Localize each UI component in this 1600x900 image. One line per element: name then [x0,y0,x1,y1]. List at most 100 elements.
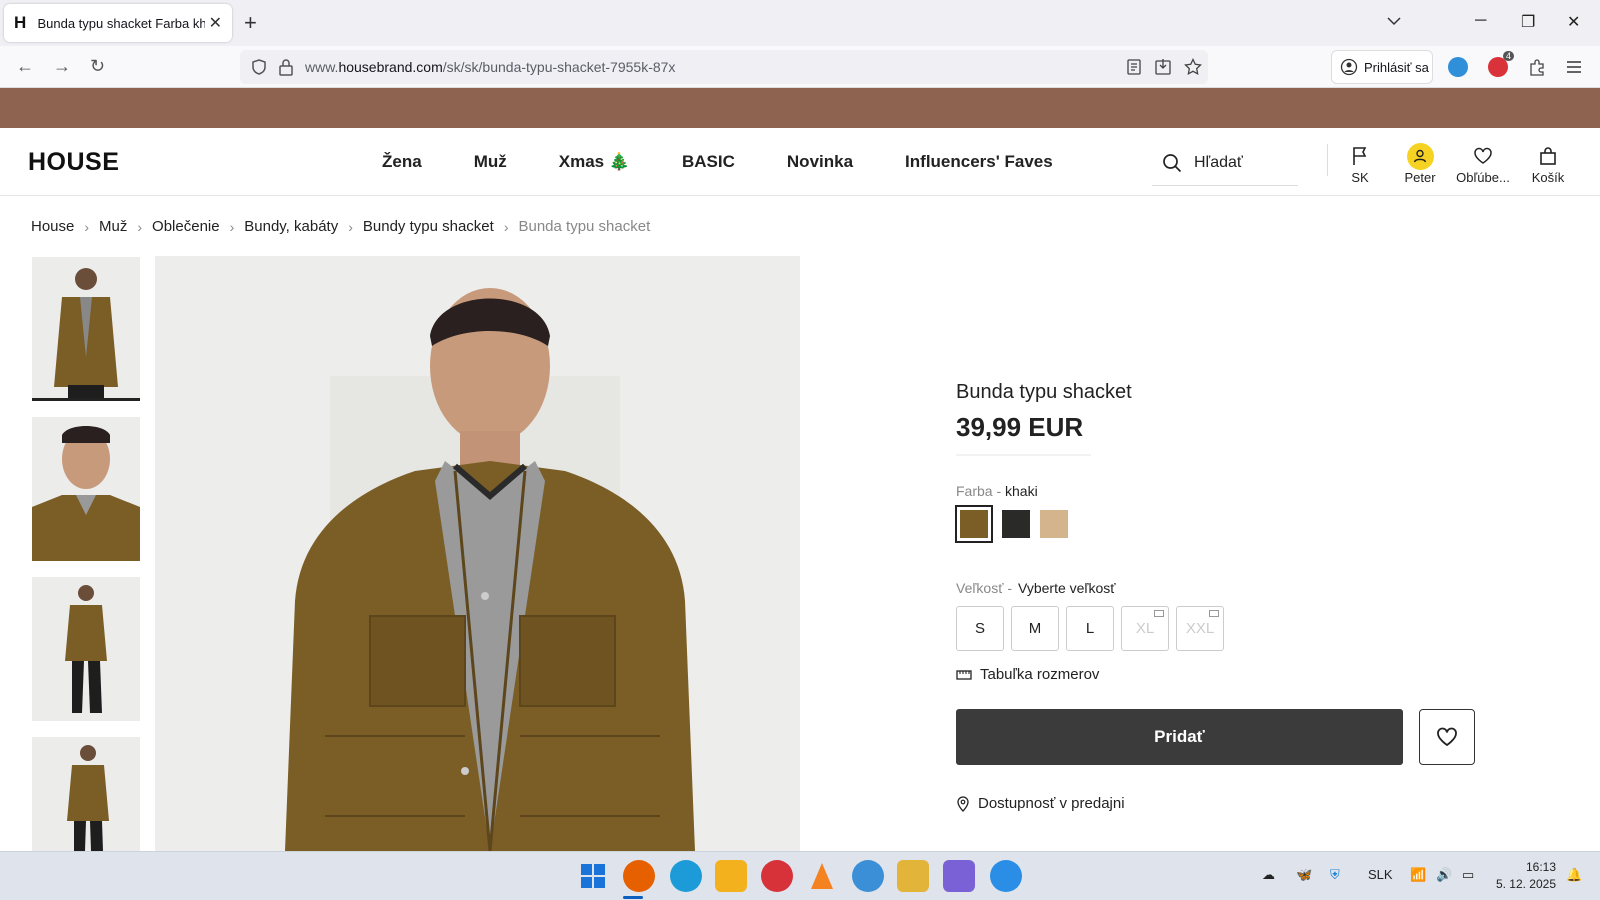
size-xxl[interactable]: XXL [1176,606,1224,651]
vlc-icon[interactable] [806,860,838,892]
swatch-khaki[interactable] [955,505,993,543]
clock-date: 5. 12. 2025 [1495,877,1556,891]
new-tab-plus-icon[interactable]: + [244,10,257,36]
size-chart-link[interactable]: Tabuľka rozmerov [956,666,1099,683]
breadcrumb-house[interactable]: House [31,218,74,235]
extensions-puzzle-icon[interactable] [1528,58,1546,76]
extension-badge: 4 [1502,51,1514,61]
size-value: Vyberte veľkosť [1018,580,1116,596]
language-indicator[interactable]: SLK [1368,867,1393,882]
chevron-right-icon: › [137,218,143,235]
back-arrow-icon[interactable]: ← [16,56,34,77]
close-tab-icon[interactable]: ✕ [209,13,222,33]
color-value: khaki [1005,483,1038,499]
cart-link[interactable]: Košík [1516,142,1580,185]
notification-bell-icon[interactable]: 🔔 [1566,867,1582,883]
nav-novinka[interactable]: Novinka [787,152,853,172]
adblock-extension-icon[interactable]: 4 [1488,51,1514,77]
search-icon [1163,153,1182,172]
nav-muz[interactable]: Muž [474,152,507,172]
shield-icon[interactable] [250,58,268,76]
cart-label: Košík [1531,170,1565,185]
breadcrumb-bundy-kabaty[interactable]: Bundy, kabáty [244,218,338,235]
user-name: Peter [1404,170,1436,185]
onedrive-icon[interactable]: ☁ [1262,867,1275,883]
store-availability-link[interactable]: Dostupnosť v predajni [956,795,1125,812]
edge-icon[interactable] [670,860,702,892]
country-selector[interactable]: SK [1328,142,1392,185]
color-swatches [955,505,1068,543]
minimize-icon[interactable]: ─ [1475,12,1486,30]
promo-banner [0,88,1600,128]
nav-zena[interactable]: Žena [382,152,422,172]
favorites-label: Obľúbe... [1456,170,1510,185]
size-m[interactable]: M [1011,606,1059,651]
tab-title: Bunda typu shacket Farba khaki [37,15,205,31]
favorites-link[interactable]: Obľúbe... [1451,142,1515,185]
breadcrumb-oblecenie[interactable]: Oblečenie [152,218,220,235]
firefox-icon[interactable] [623,860,655,892]
notify-mail-icon [1154,610,1164,617]
size-s[interactable]: S [956,606,1004,651]
app-yellow-icon[interactable] [897,860,929,892]
app-blue-icon[interactable] [852,860,884,892]
house-logo[interactable]: HOUSE [28,148,119,177]
menu-hamburger-icon[interactable] [1566,59,1582,75]
heart-icon [1437,727,1457,747]
chevron-right-icon: › [348,218,353,235]
sign-in-button[interactable]: Prihlásiť sa [1331,50,1433,84]
size-xl[interactable]: XL [1121,606,1169,651]
app-purple-icon[interactable] [943,860,975,892]
restore-icon[interactable]: ❐ [1521,12,1535,32]
security-shield-icon[interactable]: ⛨ [1330,867,1340,883]
battery-icon[interactable]: ▭ [1462,867,1474,883]
swatch-beige[interactable] [1040,510,1068,538]
bluesky-tray-icon[interactable]: 🦋 [1296,867,1312,883]
chevron-right-icon: › [229,218,235,235]
product-price: 39,99 EUR [956,412,1084,442]
bluesky-extension-icon[interactable] [1448,57,1468,77]
breadcrumb-bundy-shacket[interactable]: Bundy typu shacket [363,218,494,235]
bookmark-star-icon[interactable] [1184,58,1202,76]
search-box[interactable] [1152,140,1298,186]
notify-mail-icon [1209,610,1219,617]
site-header: HOUSE Žena Muž Xmas 🎄 BASIC Novinka Infl… [0,128,1600,196]
user-account[interactable]: Peter [1388,142,1452,185]
lock-icon[interactable] [278,58,294,76]
thumbnail-3[interactable] [32,577,140,721]
app-edge-beta-icon[interactable] [990,860,1022,892]
ruler-icon [956,669,972,680]
reader-view-icon[interactable] [1126,59,1142,75]
wifi-icon[interactable]: 📶 [1410,867,1426,883]
breadcrumb: House › Muž › Oblečenie › Bundy, kabáty › Bu… [31,218,650,235]
browser-tab[interactable]: H Bunda typu shacket Farba khaki ✕ [4,4,232,42]
account-icon [1340,58,1358,76]
nav-basic[interactable]: BASIC [682,152,735,172]
search-input[interactable] [1194,153,1294,172]
main-product-image[interactable] [155,256,800,851]
system-clock[interactable]: 16:13 5. 12. 2025 [1494,859,1556,893]
close-window-icon[interactable]: ✕ [1567,12,1580,32]
windows-start-icon[interactable] [577,860,609,892]
size-label: Veľkosť - Vyberte veľkosť [956,580,1116,596]
add-to-cart-button[interactable]: Pridať [956,709,1403,765]
add-to-favorites-button[interactable] [1419,709,1475,765]
app-red-icon[interactable] [761,860,793,892]
tab-list-chevron-icon[interactable] [1386,13,1402,29]
size-l[interactable]: L [1066,606,1114,651]
flag-icon [1353,147,1367,165]
breadcrumb-muz[interactable]: Muž [99,218,127,235]
reload-icon[interactable]: ↻ [90,56,105,77]
url-bar[interactable]: www.housebrand.com/sk/sk/bunda-typu-shac… [240,50,1208,84]
nav-xmas[interactable]: Xmas 🎄 [559,152,630,172]
thumbnail-1[interactable] [32,257,140,401]
save-to-pocket-icon[interactable] [1154,58,1172,76]
thumbnail-2[interactable] [32,417,140,561]
color-label: Farba - khaki [956,483,1038,499]
volume-icon[interactable]: 🔊 [1436,867,1452,883]
nav-influencers-faves[interactable]: Influencers' Faves [905,152,1053,172]
price-divider [956,454,1091,456]
store-icon[interactable] [715,860,747,892]
forward-arrow-icon[interactable]: → [53,56,71,77]
swatch-black[interactable] [1002,510,1030,538]
